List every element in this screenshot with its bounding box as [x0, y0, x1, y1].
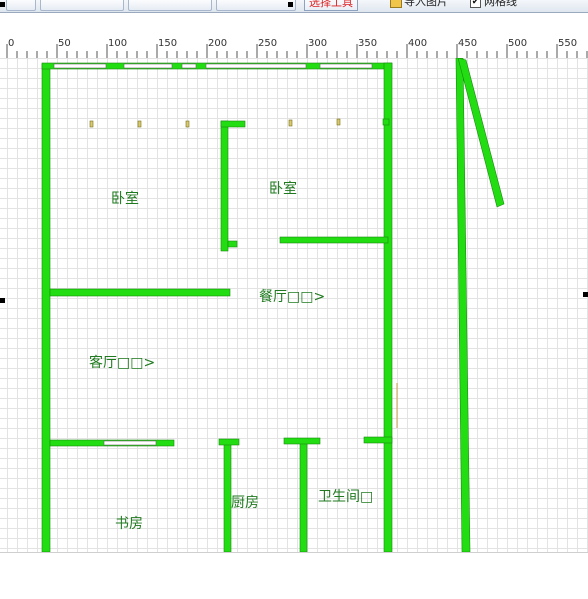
grid-toggle[interactable]: ✔ 网格线 [470, 0, 517, 9]
wall [455, 58, 471, 552]
wall [279, 236, 389, 244]
resize-handle[interactable] [583, 292, 588, 297]
wall [299, 439, 308, 552]
ruler-label: 250 [258, 38, 277, 49]
ruler-scale: 0 50 100 150 200 250 300 350 400 450 500 550 [6, 38, 588, 58]
window [319, 63, 373, 69]
canvas-bottom-area [0, 552, 588, 599]
marker [336, 118, 341, 126]
wall [220, 120, 229, 252]
ruler-label: 550 [558, 38, 577, 49]
window [181, 63, 197, 69]
ruler-label: 150 [158, 38, 177, 49]
wall [227, 240, 238, 248]
wall [41, 63, 51, 552]
wall [382, 118, 390, 126]
resize-handle[interactable] [0, 2, 5, 7]
ruler-label: 450 [458, 38, 477, 49]
wall [49, 288, 231, 297]
toolbar: 选择工具 导入图片 ✔ 网格线 [0, 0, 588, 13]
ruler-label: 200 [208, 38, 227, 49]
marker [288, 119, 293, 127]
room-label-kitchen: 厨房 [231, 495, 259, 511]
wall [383, 62, 393, 552]
room-label-dining: 餐厅□□> [259, 289, 326, 305]
horizontal-ruler: 0 50 100 150 200 250 300 350 400 450 500 550 [0, 36, 588, 59]
window [103, 440, 157, 446]
wall [218, 438, 240, 446]
window [53, 63, 107, 69]
wall [363, 436, 393, 444]
toolbar-tool[interactable] [128, 0, 212, 11]
image-icon [390, 0, 402, 8]
resize-handle[interactable] [288, 2, 293, 7]
grid-checkbox[interactable]: ✔ [470, 0, 481, 8]
ruler-label: 350 [358, 38, 377, 49]
import-image-button[interactable]: 导入图片 [390, 0, 448, 9]
ruler-label: 400 [408, 38, 427, 49]
grid-label: 网格线 [484, 0, 517, 8]
wall [223, 439, 232, 552]
room-label-living: 客厅□□> [89, 355, 156, 371]
window [205, 63, 307, 69]
ruler-label: 300 [308, 38, 327, 49]
select-tool-button[interactable]: 选择工具 [304, 0, 358, 11]
resize-handle[interactable] [0, 298, 5, 303]
toolbar-tool[interactable] [40, 0, 124, 11]
drawing-canvas[interactable]: 卧室 卧室 餐厅□□> 客厅□□> 书房 厨房 卫生间□ [0, 58, 588, 552]
marker [185, 120, 190, 128]
import-image-label: 导入图片 [404, 0, 448, 8]
window [123, 63, 173, 69]
marker [137, 120, 142, 128]
marker [89, 120, 94, 128]
ruler-label: 50 [58, 38, 71, 49]
room-label-bathroom: 卫生间□ [318, 489, 374, 505]
wall [283, 437, 321, 445]
toolbar-tool[interactable] [216, 0, 296, 11]
room-label-bedroom-2: 卧室 [269, 181, 297, 197]
wall [220, 120, 246, 128]
ruler-label: 100 [108, 38, 127, 49]
toolbar-tool[interactable] [6, 0, 36, 11]
room-label-study: 书房 [115, 516, 143, 532]
room-label-bedroom-1: 卧室 [111, 191, 139, 207]
ruler-label: 500 [508, 38, 527, 49]
ruler-label: 0 [8, 38, 14, 49]
